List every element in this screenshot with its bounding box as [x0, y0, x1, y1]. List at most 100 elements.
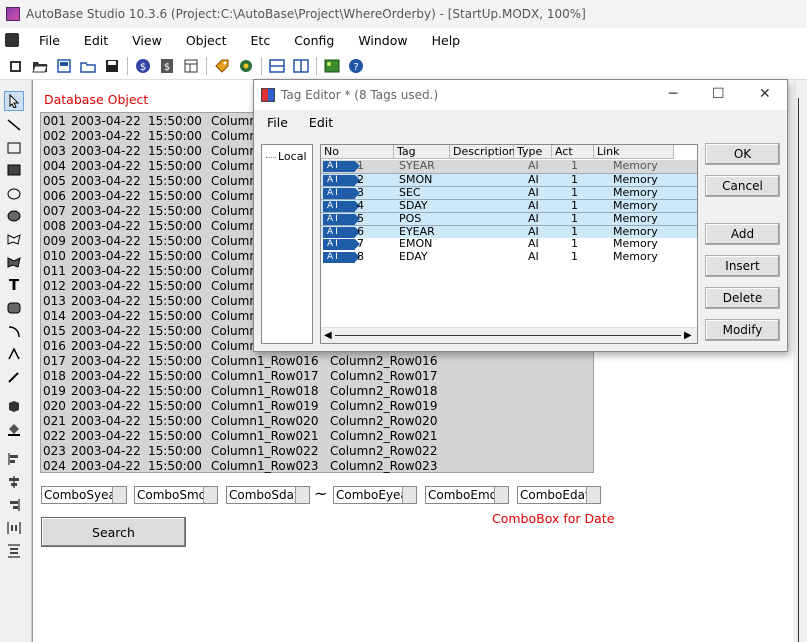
table-row[interactable]: 018 2003-04-22 15:50:00 Column1_Row017 Colum…	[41, 369, 595, 384]
arc-icon[interactable]	[4, 321, 24, 341]
new-icon[interactable]	[6, 56, 26, 76]
close-icon[interactable]: ✕	[759, 86, 771, 102]
cell-no: 017	[43, 354, 66, 368]
table-icon[interactable]	[181, 56, 201, 76]
tag-row[interactable]: AI 3 SEC AI 1 Memory	[321, 186, 697, 199]
table-row[interactable]: 022 2003-04-22 15:50:00 Column1_Row021 Colum…	[41, 429, 595, 444]
split-horizontal-icon[interactable]	[267, 56, 287, 76]
line-icon[interactable]	[4, 115, 24, 135]
vertical-scrollbar[interactable]	[793, 80, 807, 642]
combo-end-day[interactable]: ComboEday	[517, 486, 601, 504]
split-vertical-icon[interactable]	[291, 56, 311, 76]
ellipse-icon[interactable]	[4, 184, 24, 204]
dollar-doc-icon[interactable]: $	[157, 56, 177, 76]
menu-view[interactable]: View	[120, 33, 174, 48]
menu-help[interactable]: Help	[420, 33, 473, 48]
table-row[interactable]: 024 2003-04-22 15:50:00 Column1_Row023 Colum…	[41, 459, 595, 474]
minimize-icon[interactable]: ─	[669, 86, 677, 102]
combo-start-year[interactable]: ComboSyea	[41, 486, 127, 504]
dollar-icon[interactable]: $	[133, 56, 153, 76]
menu-window[interactable]: Window	[346, 33, 419, 48]
text-icon[interactable]: T	[4, 275, 24, 295]
distribute-h-icon[interactable]	[4, 518, 24, 538]
tag-menu-file[interactable]: File	[259, 115, 296, 130]
polygon-icon[interactable]	[4, 229, 24, 249]
rectangle-icon[interactable]	[4, 138, 24, 158]
tag-row[interactable]: AI 4 SDAY AI 1 Memory	[321, 199, 697, 212]
ok-button[interactable]: OK	[705, 143, 780, 165]
dropdown-button[interactable]	[586, 487, 600, 503]
dropdown-button[interactable]	[494, 487, 508, 503]
column-header-link[interactable]: Link	[594, 145, 674, 159]
filled-polygon-icon[interactable]	[4, 252, 24, 272]
filled-ellipse-icon[interactable]	[4, 206, 24, 226]
tag-menu-edit[interactable]: Edit	[301, 115, 341, 130]
table-row[interactable]: 017 2003-04-22 15:50:00 Column1_Row016 Colum…	[41, 354, 595, 369]
combo-end-month[interactable]: ComboEmo	[425, 486, 509, 504]
tag-row[interactable]: AI 5 POS AI 1 Memory	[321, 212, 697, 225]
align-left-icon[interactable]	[4, 449, 24, 469]
open-icon[interactable]	[78, 56, 98, 76]
dropdown-button[interactable]	[295, 487, 309, 503]
menu-edit[interactable]: Edit	[72, 33, 120, 48]
menu-etc[interactable]: Etc	[239, 33, 283, 48]
column-header-type[interactable]: Type	[514, 145, 552, 159]
tag-row[interactable]: AI 2 SMON AI 1 Memory	[321, 173, 697, 186]
modify-button[interactable]: Modify	[705, 319, 780, 341]
add-button[interactable]: Add	[705, 223, 780, 245]
scroll-track	[335, 335, 681, 336]
scroll-left-icon[interactable]: ◀	[324, 330, 332, 341]
dropdown-button[interactable]	[112, 487, 126, 503]
align-center-icon[interactable]	[4, 472, 24, 492]
search-button[interactable]: Search	[41, 517, 186, 547]
help-icon[interactable]: ?	[346, 56, 366, 76]
table-row[interactable]: 021 2003-04-22 15:50:00 Column1_Row020 Colum…	[41, 414, 595, 429]
delete-button[interactable]: Delete	[705, 287, 780, 309]
cell-date: 2003-04-22	[71, 339, 141, 353]
image-icon[interactable]	[322, 56, 342, 76]
menu-file[interactable]: File	[27, 33, 72, 48]
dropper-icon[interactable]	[4, 367, 24, 387]
document-system-icon[interactable]	[5, 33, 19, 47]
node-edit-icon[interactable]	[4, 344, 24, 364]
cell-time: 15:50:00	[148, 174, 202, 188]
table-row[interactable]: 020 2003-04-22 15:50:00 Column1_Row019 Colum…	[41, 399, 595, 414]
table-row[interactable]: 019 2003-04-22 15:50:00 Column1_Row018 Colum…	[41, 384, 595, 399]
tag-icon[interactable]	[212, 56, 232, 76]
gear-icon[interactable]	[236, 56, 256, 76]
dropdown-button[interactable]	[203, 487, 217, 503]
tag-list[interactable]: No Tag Description Type Act Link AI 1 SYEA…	[320, 144, 698, 344]
tag-row[interactable]: AI 8 EDAY AI 1 Memory	[321, 251, 697, 264]
maximize-icon[interactable]: ☐	[712, 86, 725, 102]
pointer-icon[interactable]	[4, 91, 24, 111]
align-right-icon[interactable]	[4, 495, 24, 515]
tag-group-tree[interactable]: Local	[261, 144, 313, 344]
column-header-description[interactable]: Description	[450, 145, 516, 159]
scroll-right-icon[interactable]: ▶	[684, 330, 692, 341]
column-header-no[interactable]: No	[321, 145, 394, 159]
combo-start-month[interactable]: ComboSmo	[134, 486, 218, 504]
open-folder-icon[interactable]	[30, 56, 50, 76]
combo-start-day[interactable]: ComboSday	[226, 486, 310, 504]
cell-no: 020	[43, 399, 66, 413]
column-header-act[interactable]: Act	[552, 145, 594, 159]
fill-icon[interactable]	[4, 419, 24, 439]
table-row[interactable]: 023 2003-04-22 15:50:00 Column1_Row022 Colum…	[41, 444, 595, 459]
menu-config[interactable]: Config	[282, 33, 346, 48]
tag-row[interactable]: AI 1 SYEAR AI 1 Memory	[321, 160, 697, 173]
save-as-icon[interactable]	[54, 56, 74, 76]
menu-object[interactable]: Object	[174, 33, 239, 48]
tree-node-local[interactable]: Local	[266, 150, 307, 163]
dropdown-button[interactable]	[402, 487, 416, 503]
horizontal-scrollbar[interactable]: ◀ ▶	[321, 327, 697, 343]
cube-icon[interactable]	[4, 396, 24, 416]
rounded-rect-icon[interactable]	[4, 298, 24, 318]
filled-rectangle-icon[interactable]	[4, 160, 24, 180]
column-header-tag[interactable]: Tag	[394, 145, 450, 159]
distribute-v-icon[interactable]	[4, 541, 24, 561]
combo-end-year[interactable]: ComboEyea	[333, 486, 417, 504]
tag-name: EDAY	[399, 250, 428, 263]
insert-button[interactable]: Insert	[705, 255, 780, 277]
save-icon[interactable]	[102, 56, 122, 76]
cancel-button[interactable]: Cancel	[705, 175, 780, 197]
